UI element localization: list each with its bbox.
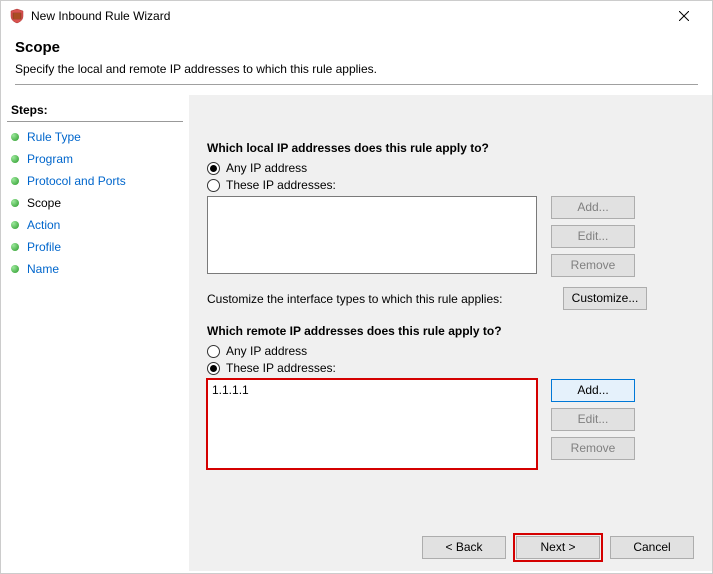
close-icon — [679, 11, 689, 21]
customize-button[interactable]: Customize... — [563, 287, 647, 310]
wizard-footer: < Back Next > Cancel — [422, 536, 694, 559]
bullet-icon — [11, 243, 19, 251]
radio-label: Any IP address — [226, 161, 307, 175]
step-label: Program — [27, 152, 73, 166]
window-title: New Inbound Rule Wizard — [31, 9, 664, 23]
remote-ip-listbox[interactable]: 1.1.1.1 — [207, 379, 537, 469]
bullet-icon — [11, 221, 19, 229]
local-ip-listbox[interactable] — [207, 196, 537, 274]
radio-icon — [207, 362, 220, 375]
page-title: Scope — [15, 39, 698, 56]
step-label: Protocol and Ports — [27, 174, 126, 188]
radio-icon — [207, 179, 220, 192]
local-ip-question: Which local IP addresses does this rule … — [207, 141, 694, 155]
radio-label: These IP addresses: — [226, 361, 336, 375]
next-button[interactable]: Next > — [516, 536, 600, 559]
remote-these-ip-radio[interactable]: These IP addresses: — [207, 361, 694, 375]
step-scope[interactable]: Scope — [7, 192, 189, 214]
wizard-header: Scope Specify the local and remote IP ad… — [1, 31, 712, 95]
customize-text: Customize the interface types to which t… — [207, 292, 502, 306]
step-label: Name — [27, 262, 59, 276]
step-profile[interactable]: Profile — [7, 236, 189, 258]
back-button[interactable]: < Back — [422, 536, 506, 559]
step-program[interactable]: Program — [7, 148, 189, 170]
local-add-button[interactable]: Add... — [551, 196, 635, 219]
remote-ip-question: Which remote IP addresses does this rule… — [207, 324, 694, 338]
steps-sidebar: Steps: Rule Type Program Protocol and Po… — [1, 95, 189, 571]
remote-remove-button: Remove — [551, 437, 635, 460]
radio-icon — [207, 162, 220, 175]
remote-add-button[interactable]: Add... — [551, 379, 635, 402]
bullet-icon — [11, 133, 19, 141]
step-name[interactable]: Name — [7, 258, 189, 280]
bullet-icon — [11, 155, 19, 163]
remote-any-ip-radio[interactable]: Any IP address — [207, 344, 694, 358]
page-subtitle: Specify the local and remote IP addresse… — [15, 62, 698, 76]
local-edit-button: Edit... — [551, 225, 635, 248]
bullet-icon — [11, 177, 19, 185]
bullet-icon — [11, 199, 19, 207]
divider — [15, 84, 698, 85]
step-label: Action — [27, 218, 60, 232]
radio-icon — [207, 345, 220, 358]
local-remove-button: Remove — [551, 254, 635, 277]
remote-edit-button: Edit... — [551, 408, 635, 431]
step-label: Profile — [27, 240, 61, 254]
steps-title: Steps: — [7, 101, 183, 122]
cancel-button[interactable]: Cancel — [610, 536, 694, 559]
local-these-ip-radio[interactable]: These IP addresses: — [207, 178, 694, 192]
firewall-icon — [9, 8, 25, 24]
list-item[interactable]: 1.1.1.1 — [212, 383, 532, 397]
main-panel: Which local IP addresses does this rule … — [189, 95, 712, 571]
step-action[interactable]: Action — [7, 214, 189, 236]
titlebar: New Inbound Rule Wizard — [1, 1, 712, 31]
step-rule-type[interactable]: Rule Type — [7, 126, 189, 148]
radio-label: These IP addresses: — [226, 178, 336, 192]
step-protocol-ports[interactable]: Protocol and Ports — [7, 170, 189, 192]
local-any-ip-radio[interactable]: Any IP address — [207, 161, 694, 175]
step-label: Rule Type — [27, 130, 81, 144]
close-button[interactable] — [664, 2, 704, 30]
step-label: Scope — [27, 196, 61, 210]
bullet-icon — [11, 265, 19, 273]
radio-label: Any IP address — [226, 344, 307, 358]
